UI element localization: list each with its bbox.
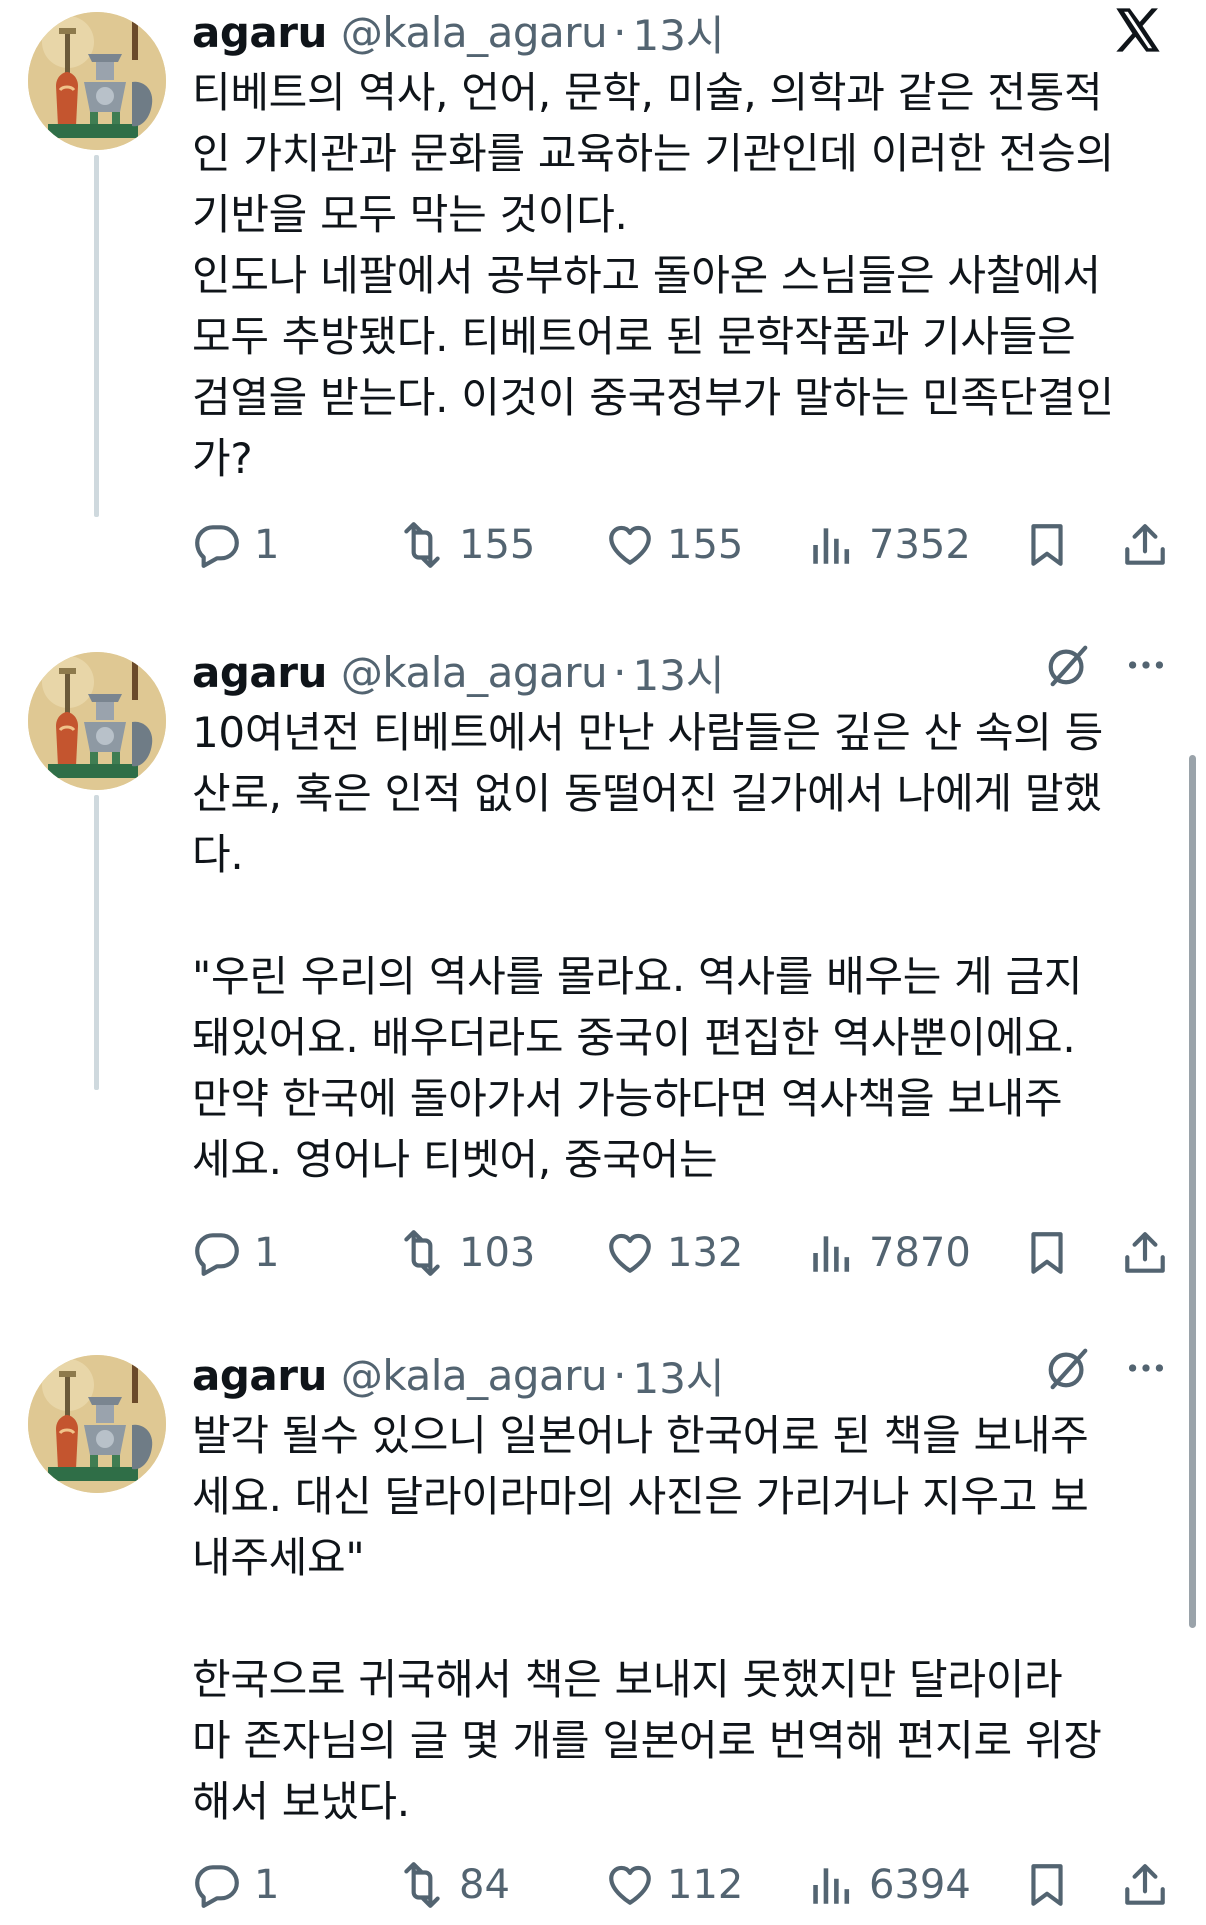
- views-button[interactable]: 7352: [807, 515, 971, 575]
- timestamp[interactable]: 13시: [632, 1345, 724, 1406]
- repost-count: 84: [459, 1862, 510, 1908]
- views-icon: [807, 1228, 857, 1278]
- repost-count: 103: [459, 1230, 536, 1276]
- scrollbar[interactable]: [1189, 755, 1196, 1628]
- reply-button[interactable]: 1: [192, 1223, 279, 1283]
- views-icon: [807, 1860, 857, 1910]
- bookmark-button[interactable]: [1022, 515, 1072, 575]
- view-count: 7352: [869, 522, 971, 568]
- like-button[interactable]: 132: [605, 1223, 743, 1283]
- view-count: 6394: [869, 1862, 971, 1908]
- avatar[interactable]: [28, 652, 166, 790]
- reply-count: 1: [254, 522, 280, 568]
- timestamp[interactable]: 13시: [632, 2, 724, 63]
- grok-icon[interactable]: [1045, 642, 1091, 688]
- views-button[interactable]: 7870: [807, 1223, 971, 1283]
- reply-button[interactable]: 1: [192, 1855, 279, 1915]
- heart-icon: [605, 520, 655, 570]
- user-handle[interactable]: @kala_agaru: [341, 1351, 608, 1400]
- tweet-2[interactable]: agaru @kala_agaru · 13시 10여년전 티베트에서 만난 사…: [0, 640, 1206, 1300]
- separator-dot: ·: [613, 1350, 627, 1400]
- tweet-text: 발각 될수 있으니 일본어나 한국어로 된 책을 보내주 세요. 대신 달라이라…: [192, 1411, 1102, 1826]
- avatar[interactable]: [28, 12, 166, 150]
- tweet-3[interactable]: agaru @kala_agaru · 13시 발각 될수 있으니 일본어나 한…: [0, 1343, 1206, 1925]
- like-count: 132: [667, 1230, 744, 1276]
- share-icon: [1120, 1860, 1170, 1910]
- reply-count: 1: [254, 1230, 280, 1276]
- action-bar: 1 155 155 7352: [192, 515, 1182, 575]
- share-button[interactable]: [1120, 1855, 1170, 1915]
- reply-icon: [192, 520, 242, 570]
- heart-icon: [605, 1228, 655, 1278]
- more-icon[interactable]: [1121, 642, 1171, 688]
- display-name[interactable]: agaru: [192, 648, 327, 697]
- reply-icon: [192, 1228, 242, 1278]
- tweet-header: agaru @kala_agaru · 13시: [192, 2, 725, 62]
- share-button[interactable]: [1120, 1223, 1170, 1283]
- repost-icon: [397, 1228, 447, 1278]
- repost-button[interactable]: 84: [397, 1855, 510, 1915]
- display-name[interactable]: agaru: [192, 1351, 327, 1400]
- reply-count: 1: [254, 1862, 280, 1908]
- share-button[interactable]: [1120, 515, 1170, 575]
- reply-icon: [192, 1860, 242, 1910]
- tweet-header: agaru @kala_agaru · 13시: [192, 1345, 725, 1405]
- reply-button[interactable]: 1: [192, 515, 279, 575]
- repost-icon: [397, 1860, 447, 1910]
- tweet-1[interactable]: agaru @kala_agaru · 13시 티베트의 역사, 언어, 문학,…: [0, 0, 1206, 600]
- bookmark-button[interactable]: [1022, 1223, 1072, 1283]
- user-handle[interactable]: @kala_agaru: [341, 648, 608, 697]
- x-logo-icon: [1116, 8, 1160, 52]
- repost-icon: [397, 520, 447, 570]
- grok-icon[interactable]: [1045, 1345, 1091, 1391]
- action-bar: 1 103 132 7870: [192, 1223, 1182, 1283]
- like-count: 155: [667, 522, 744, 568]
- tweet-menu: [1045, 1345, 1171, 1391]
- avatar[interactable]: [28, 1355, 166, 1493]
- more-icon[interactable]: [1121, 1345, 1171, 1391]
- tweet-menu: [1045, 642, 1171, 688]
- like-count: 112: [667, 1862, 744, 1908]
- share-icon: [1120, 1228, 1170, 1278]
- bookmark-icon: [1022, 520, 1072, 570]
- repost-count: 155: [459, 522, 536, 568]
- separator-dot: ·: [613, 647, 627, 697]
- repost-button[interactable]: 155: [397, 515, 535, 575]
- separator-dot: ·: [613, 7, 627, 57]
- display-name[interactable]: agaru: [192, 8, 327, 57]
- tweet-text: 10여년전 티베트에서 만난 사람들은 깊은 산 속의 등 산로, 혹은 인적 …: [192, 708, 1103, 1184]
- timestamp[interactable]: 13시: [632, 642, 724, 703]
- bookmark-icon: [1022, 1228, 1072, 1278]
- action-bar: 1 84 112 6394: [192, 1855, 1182, 1915]
- views-icon: [807, 520, 857, 570]
- tweet-text: 티베트의 역사, 언어, 문학, 미술, 의학과 같은 전통적 인 가치관과 문…: [192, 68, 1114, 483]
- repost-button[interactable]: 103: [397, 1223, 535, 1283]
- views-button[interactable]: 6394: [807, 1855, 971, 1915]
- bookmark-icon: [1022, 1860, 1072, 1910]
- heart-icon: [605, 1860, 655, 1910]
- share-icon: [1120, 520, 1170, 570]
- tweet-header: agaru @kala_agaru · 13시: [192, 642, 725, 702]
- like-button[interactable]: 112: [605, 1855, 743, 1915]
- bookmark-button[interactable]: [1022, 1855, 1072, 1915]
- view-count: 7870: [869, 1230, 971, 1276]
- user-handle[interactable]: @kala_agaru: [341, 8, 608, 57]
- like-button[interactable]: 155: [605, 515, 743, 575]
